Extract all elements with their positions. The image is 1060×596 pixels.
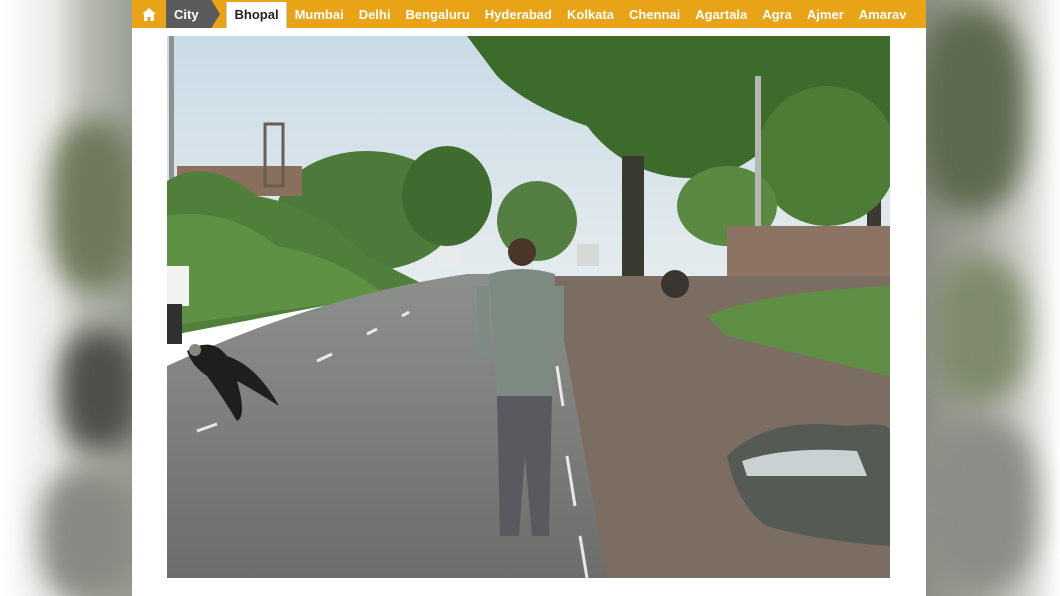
city-link-agra[interactable]: Agra	[755, 0, 800, 28]
blurred-background-right	[926, 0, 1060, 596]
city-section-tab[interactable]: City	[166, 0, 220, 28]
city-link-hyderabad[interactable]: Hyderabad	[477, 0, 559, 28]
city-link-ajmer[interactable]: Ajmer	[799, 0, 851, 28]
city-navbar: City Bhopal Mumbai Delhi Bengaluru Hyder…	[132, 0, 926, 28]
blurred-background-left	[0, 0, 132, 596]
home-icon	[142, 7, 156, 21]
article-photo	[167, 36, 890, 578]
article-container: City Bhopal Mumbai Delhi Bengaluru Hyder…	[132, 0, 926, 596]
city-link-delhi[interactable]: Delhi	[351, 0, 398, 28]
city-link-amaravati[interactable]: Amarav	[851, 0, 914, 28]
city-link-mumbai[interactable]: Mumbai	[287, 0, 351, 28]
city-link-chennai[interactable]: Chennai	[621, 0, 687, 28]
city-link-bengaluru[interactable]: Bengaluru	[398, 0, 477, 28]
city-link-agartala[interactable]: Agartala	[688, 0, 755, 28]
city-section-label: City	[174, 6, 199, 22]
street-scene-image	[167, 36, 890, 578]
city-link-kolkata[interactable]: Kolkata	[559, 0, 621, 28]
city-list: Bhopal Mumbai Delhi Bengaluru Hyderabad …	[226, 0, 914, 28]
home-button[interactable]	[132, 0, 166, 28]
city-link-bhopal[interactable]: Bhopal	[226, 1, 288, 28]
